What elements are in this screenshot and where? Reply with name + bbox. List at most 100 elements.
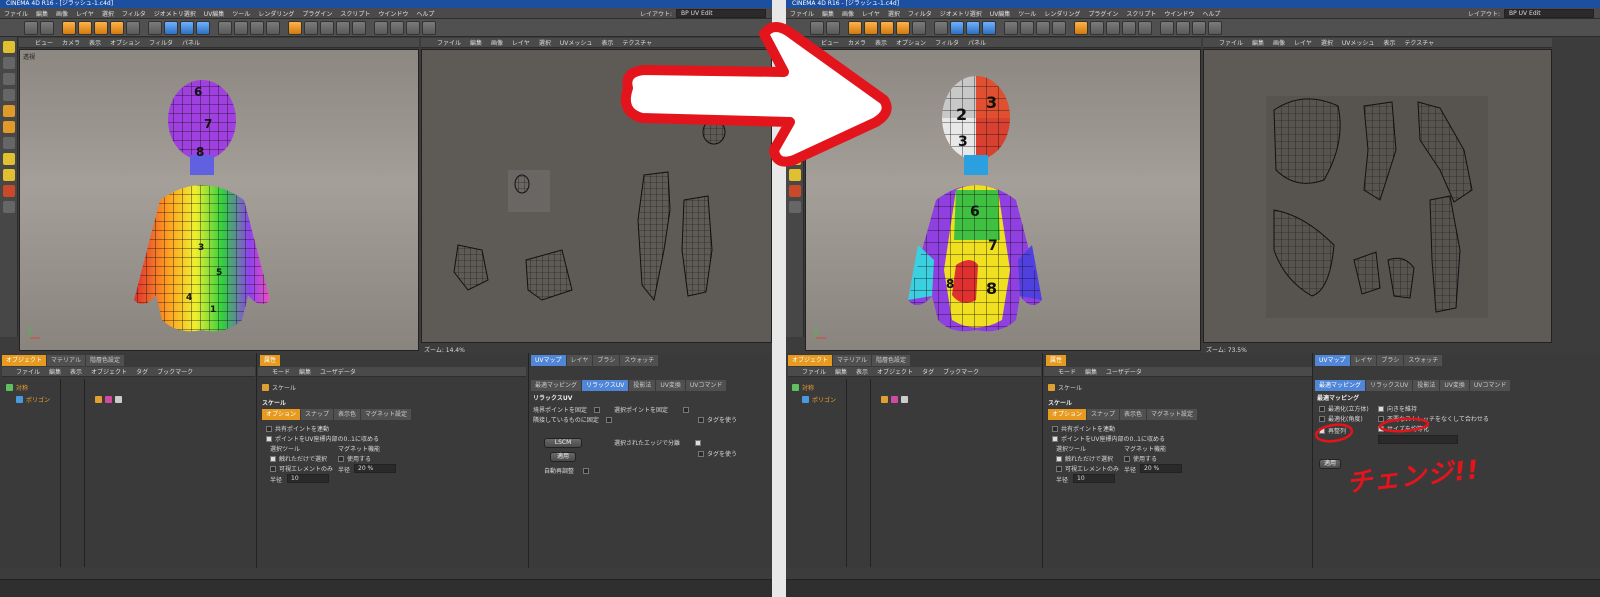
texture-tag-icon[interactable] xyxy=(891,396,899,403)
checker-tag-icon[interactable] xyxy=(115,396,123,403)
radius-field[interactable]: 10 xyxy=(1073,474,1115,483)
tab-layer-colors[interactable]: 階層色設定 xyxy=(871,355,910,366)
layout-b-icon[interactable] xyxy=(390,20,404,35)
texture-mode-icon[interactable] xyxy=(1138,20,1152,35)
array-icon[interactable] xyxy=(1052,20,1066,35)
eyedropper-icon[interactable] xyxy=(788,185,801,197)
uv-tag-icon[interactable] xyxy=(95,396,103,403)
opt-clamp-uv[interactable]: ポイントをUV座標内部の0..1に収める xyxy=(1052,434,1165,443)
checker-tag-icon[interactable] xyxy=(901,396,909,403)
layout-dropdown[interactable]: BP UV Edit xyxy=(1504,9,1594,18)
menu-tools[interactable]: ツール xyxy=(1018,9,1036,18)
uv-menu-display[interactable]: 表示 xyxy=(601,38,613,47)
menu-image[interactable]: 画像 xyxy=(56,9,68,18)
cube-icon[interactable] xyxy=(1004,20,1018,35)
subtab-options[interactable]: オプション xyxy=(262,409,301,420)
uv-menu-uvmesh[interactable]: UVメッシュ xyxy=(1342,38,1375,47)
undo-icon[interactable] xyxy=(24,20,38,35)
pen-icon[interactable] xyxy=(1020,20,1034,35)
cube-icon[interactable] xyxy=(218,20,232,35)
menu-script[interactable]: スクリプト xyxy=(1126,9,1156,18)
obj-menu-edit[interactable]: 編集 xyxy=(835,367,847,376)
axis-icon[interactable] xyxy=(912,20,926,35)
menu-geometry-select[interactable]: ジオメトリ選択 xyxy=(940,9,982,18)
eraser-icon[interactable] xyxy=(2,121,15,133)
attr-menu-edit[interactable]: 編集 xyxy=(1085,367,1097,376)
render-pv-icon[interactable] xyxy=(180,20,194,35)
opt-pin-border[interactable]: 境界ポイントを固定 xyxy=(533,405,601,414)
uv-menu-edit[interactable]: 編集 xyxy=(470,38,482,47)
tab-attributes[interactable]: 属性 xyxy=(260,355,281,366)
menu-script[interactable]: スクリプト xyxy=(340,9,370,18)
object-item-polygon[interactable]: ポリゴン xyxy=(16,395,123,404)
viewport-menu-camera[interactable]: カメラ xyxy=(62,38,80,47)
viewport-menu-filter[interactable]: フィルタ xyxy=(149,38,173,47)
text-tool-icon[interactable] xyxy=(2,153,15,165)
subtab-uv-commands[interactable]: UVコマンド xyxy=(685,380,727,391)
relax-apply-button[interactable]: 適用 xyxy=(550,452,576,462)
axis-icon[interactable] xyxy=(126,20,140,35)
uv-point-mode-icon[interactable] xyxy=(288,20,302,35)
fill-icon[interactable] xyxy=(2,137,15,149)
uv-menu-layer[interactable]: レイヤ xyxy=(1294,38,1312,47)
subtab-options[interactable]: オプション xyxy=(1048,409,1087,420)
zoom-tool-icon[interactable] xyxy=(788,201,801,213)
opt-magnet-use[interactable]: 使用する xyxy=(1124,454,1157,463)
subtab-relax-uv[interactable]: リラックスUV xyxy=(1366,380,1413,391)
menu-edit[interactable]: 編集 xyxy=(36,9,48,18)
object-mode-icon[interactable] xyxy=(336,20,350,35)
subtab-projection[interactable]: 投影法 xyxy=(629,380,656,391)
subdivision-icon[interactable] xyxy=(250,20,264,35)
obj-menu-tag[interactable]: タグ xyxy=(136,367,148,376)
subtab-uv-transform[interactable]: UV変換 xyxy=(656,380,685,391)
menu-help[interactable]: ヘルプ xyxy=(416,9,434,18)
opt-touch-select[interactable]: 触れただけで選択 xyxy=(1056,454,1113,463)
opt-auto-realign[interactable]: 自動再調整 xyxy=(544,466,590,475)
texture-mode-icon[interactable] xyxy=(352,20,366,35)
subtab-optimal-mapping[interactable]: 最適マッピング xyxy=(531,380,582,391)
opt-touch-select[interactable]: 触れただけで選択 xyxy=(270,454,327,463)
array-icon[interactable] xyxy=(266,20,280,35)
obj-menu-bookmark[interactable]: ブックマーク xyxy=(157,367,193,376)
attr-menu-userdata[interactable]: ユーザデータ xyxy=(1106,367,1142,376)
obj-menu-edit[interactable]: 編集 xyxy=(49,367,61,376)
move-icon[interactable] xyxy=(78,20,92,35)
uv-editor-canvas[interactable] xyxy=(1203,49,1552,343)
menu-uv-edit[interactable]: UV編集 xyxy=(204,9,225,18)
opt-preserve-orientation[interactable]: 向きを維持 xyxy=(1378,404,1417,413)
menu-window[interactable]: ウインドウ xyxy=(1164,9,1194,18)
pen-icon[interactable] xyxy=(234,20,248,35)
attr-menu-mode[interactable]: モード xyxy=(272,367,290,376)
uv-menu-display[interactable]: 表示 xyxy=(1383,38,1395,47)
menu-file[interactable]: ファイル xyxy=(4,9,28,18)
uv-menu-select[interactable]: 選択 xyxy=(1321,38,1333,47)
uv-menu-layer[interactable]: レイヤ xyxy=(512,38,530,47)
layout-d-icon[interactable] xyxy=(1208,20,1222,35)
render-settings-icon[interactable] xyxy=(982,20,996,35)
render-pv-icon[interactable] xyxy=(966,20,980,35)
object-item-symmetry[interactable]: 対称 xyxy=(6,383,28,392)
radius-field[interactable]: 10 xyxy=(287,474,329,483)
character-model-checker[interactable]: 6 7 8 3 5 4 1 xyxy=(20,50,420,352)
tab-brush[interactable]: ブラシ xyxy=(1377,355,1404,366)
menu-tools[interactable]: ツール xyxy=(232,9,250,18)
tab-attributes[interactable]: 属性 xyxy=(1046,355,1067,366)
obj-menu-view[interactable]: 表示 xyxy=(70,367,82,376)
layout-a-icon[interactable] xyxy=(1160,20,1174,35)
layout-c-icon[interactable] xyxy=(406,20,420,35)
tab-objects[interactable]: オブジェクト xyxy=(2,355,47,366)
tab-uvmap[interactable]: UVマップ xyxy=(1315,355,1350,366)
subtab-relax-uv[interactable]: リラックスUV xyxy=(582,380,629,391)
render-settings-icon[interactable] xyxy=(196,20,210,35)
zoom-tool-icon[interactable] xyxy=(2,201,15,213)
menu-select[interactable]: 選択 xyxy=(102,9,114,18)
uv-menu-texture[interactable]: テクスチャ xyxy=(1404,38,1434,47)
tab-materials[interactable]: マテリアル xyxy=(47,355,85,366)
tab-swatch[interactable]: スウォッチ xyxy=(620,355,659,366)
obj-menu-view[interactable]: 表示 xyxy=(856,367,868,376)
opt-use-tags-1[interactable]: タグを使う xyxy=(698,415,737,424)
subtab-snap[interactable]: スナップ xyxy=(1087,409,1120,420)
attr-menu-edit[interactable]: 編集 xyxy=(299,367,311,376)
opt-cubic[interactable]: 最適化(立方体) xyxy=(1319,404,1369,413)
uv-tag-icon[interactable] xyxy=(881,396,889,403)
